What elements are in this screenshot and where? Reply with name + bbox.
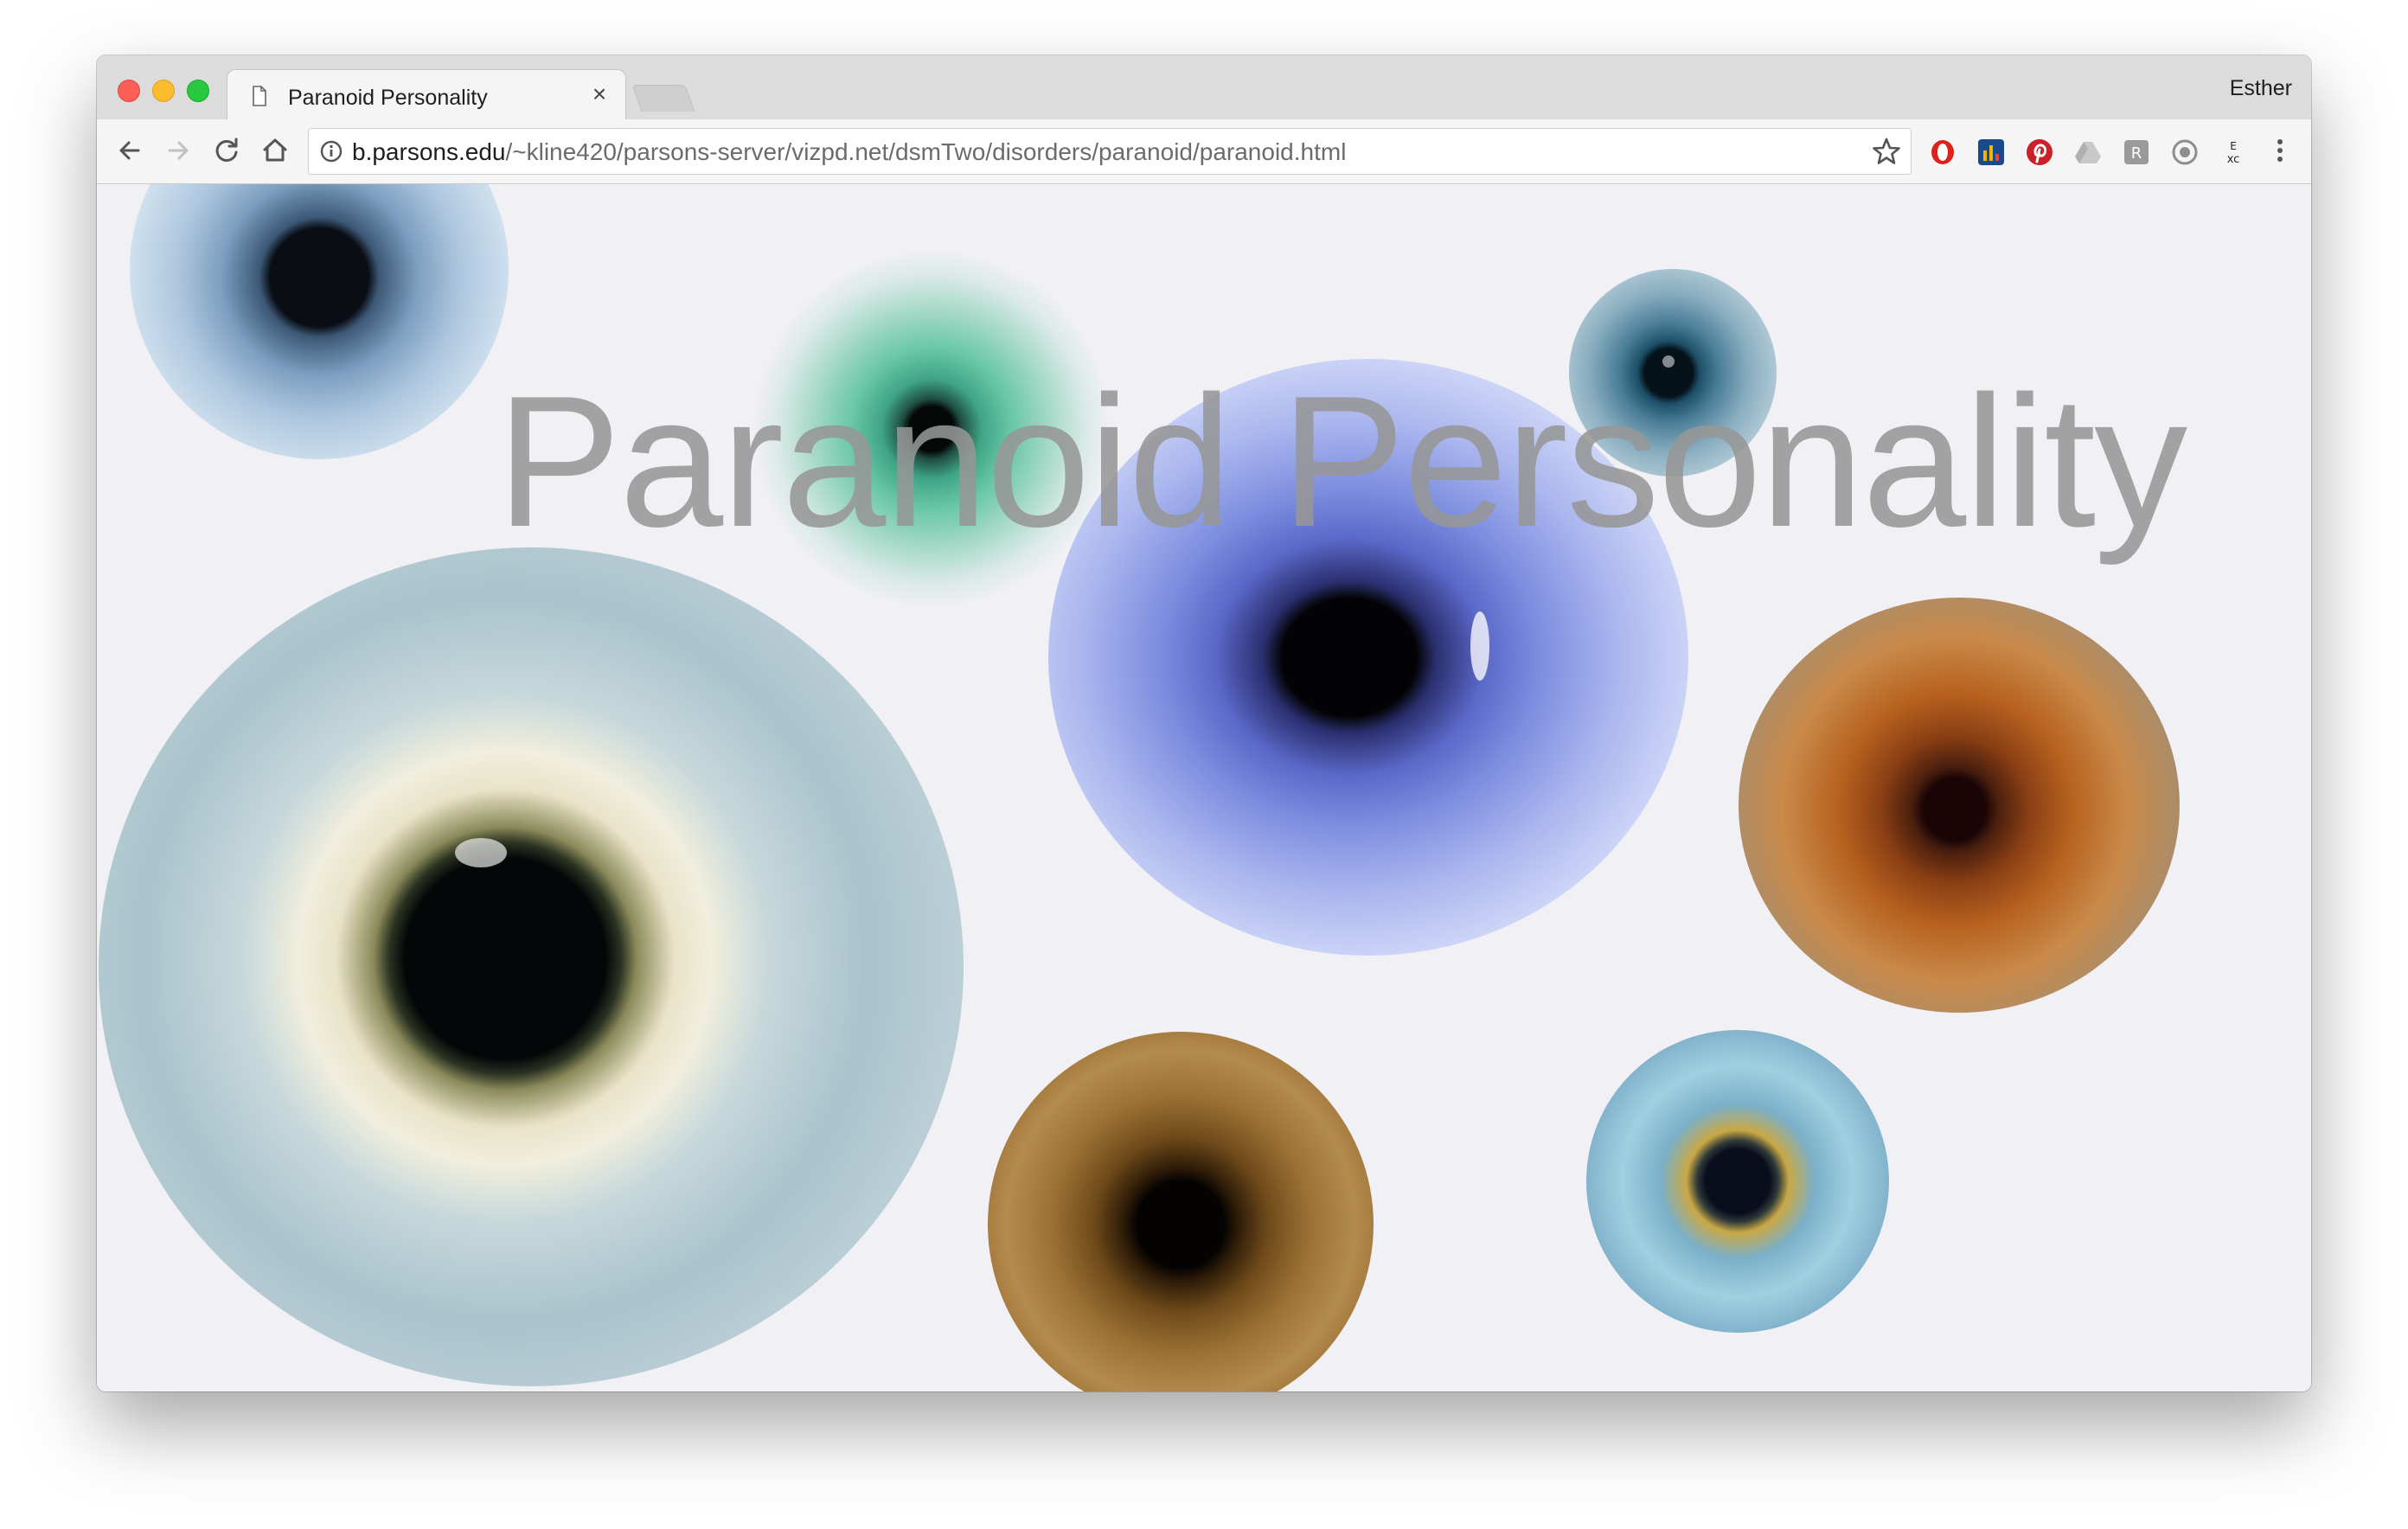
bookmark-star-icon[interactable] — [1871, 136, 1902, 167]
url-host: b.parsons.edu — [352, 138, 506, 165]
page-icon — [253, 86, 266, 106]
opera-icon[interactable] — [1929, 138, 1956, 166]
drive-icon[interactable] — [2074, 138, 2102, 166]
minimize-window-button[interactable] — [152, 80, 175, 102]
svg-text:xc: xc — [2227, 153, 2240, 166]
page-content: Paranoid Personality — [97, 184, 2311, 1391]
info-icon[interactable] — [319, 139, 343, 163]
browser-window: Paranoid Personality × Esther b.parsons.… — [97, 55, 2311, 1391]
url-text[interactable]: b.parsons.edu/~kline420/parsons-server/v… — [352, 138, 1346, 166]
fullscreen-window-button[interactable] — [187, 80, 209, 102]
reload-icon[interactable] — [209, 133, 244, 168]
home-icon[interactable] — [258, 133, 292, 168]
address-bar[interactable]: b.parsons.edu/~kline420/parsons-server/v… — [308, 128, 1912, 175]
new-tab-button[interactable] — [631, 85, 695, 112]
iris-image — [99, 547, 964, 1386]
svg-text:R: R — [2131, 144, 2142, 163]
tab-paranoid-personality[interactable]: Paranoid Personality × — [227, 69, 626, 122]
profile-name[interactable]: Esther — [2230, 76, 2292, 101]
tab-strip: Paranoid Personality × Esther — [97, 55, 2311, 122]
close-window-button[interactable] — [118, 80, 140, 102]
exc-icon[interactable]: E xc — [2219, 138, 2247, 166]
tab-close-icon[interactable]: × — [587, 80, 612, 107]
extension-icon[interactable]: R — [2123, 138, 2150, 166]
pinterest-icon[interactable] — [2026, 138, 2053, 166]
url-path: /~kline420/parsons-server/vizpd.net/dsmT… — [505, 138, 1347, 165]
iris-image — [988, 1032, 1374, 1391]
vpn-icon[interactable] — [2171, 138, 2199, 166]
iris-image — [1739, 598, 2180, 1013]
menu-icon[interactable] — [2273, 133, 2287, 168]
back-icon[interactable] — [112, 133, 147, 168]
page-title: Paranoid Personality — [496, 356, 2187, 566]
toolbar: b.parsons.edu/~kline420/parsons-server/v… — [97, 119, 2311, 184]
iris-image — [1586, 1030, 1889, 1333]
analytics-icon[interactable] — [1977, 138, 2005, 166]
svg-text:E: E — [2230, 140, 2237, 152]
iris-image — [130, 184, 509, 459]
tab-title: Paranoid Personality — [288, 86, 488, 110]
forward-icon[interactable] — [161, 133, 195, 168]
